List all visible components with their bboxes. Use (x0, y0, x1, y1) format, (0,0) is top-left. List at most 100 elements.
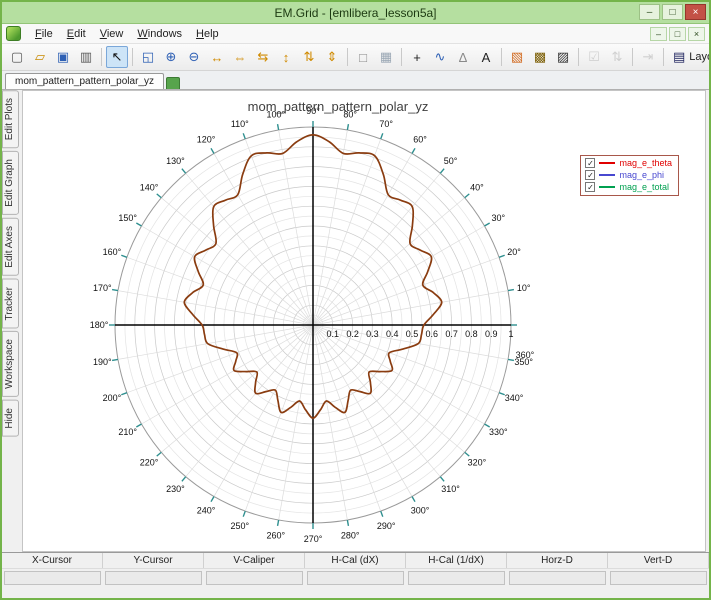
maximize-button[interactable]: □ (662, 4, 683, 20)
menu-file[interactable]: File (28, 26, 60, 42)
status-h-cal-dx: H-Cal (dX) (305, 553, 406, 568)
status-value-cell (408, 571, 505, 585)
zoom-out-icon[interactable]: ⊖ (183, 46, 205, 68)
legend-line-sample-icon (599, 174, 615, 176)
sidebar-item-hide[interactable]: Hide (2, 400, 19, 437)
toolbar-separator (578, 48, 579, 66)
sidebar-item-edit-graph[interactable]: Edit Graph (2, 151, 19, 215)
status-value-cell (206, 571, 303, 585)
toolbar: ▢▱▣▥↖◱⊕⊖↔⇔⇆↕⇅⇕□▦+∿∆A▧▩▨☑⇅⇥ ▤ Layout ▾ (2, 44, 709, 71)
open-folder-icon[interactable]: ▱ (29, 46, 51, 68)
svg-text:130°: 130° (166, 156, 185, 166)
svg-text:0.4: 0.4 (386, 329, 399, 339)
svg-text:30°: 30° (491, 213, 505, 223)
region-select-icon[interactable]: □ (352, 46, 374, 68)
save-icon[interactable]: ▣ (52, 46, 74, 68)
legend-checkbox[interactable]: ✓ (585, 170, 595, 180)
fill-style-icon[interactable]: ▩ (529, 46, 551, 68)
svg-text:290°: 290° (377, 521, 396, 531)
svg-text:230°: 230° (166, 484, 185, 494)
svg-text:160°: 160° (103, 247, 122, 257)
span-tool-icon[interactable]: ⇥ (637, 46, 659, 68)
legend-item: ✓ mag_e_total (585, 182, 672, 192)
svg-text:220°: 220° (140, 458, 159, 468)
left-sidebar: Edit Plots Edit Graph Edit Axes Tracker … (2, 90, 19, 552)
pan-extents-icon[interactable]: ⇔ (229, 46, 251, 68)
menu-view[interactable]: View (93, 26, 131, 42)
zoom-window-icon[interactable]: ◱ (137, 46, 159, 68)
menu-edit[interactable]: Edit (60, 26, 93, 42)
curve-trace-icon[interactable]: ∿ (429, 46, 451, 68)
legend-checkbox[interactable]: ✓ (585, 182, 595, 192)
status-value-cell (105, 571, 202, 585)
svg-text:50°: 50° (444, 156, 458, 166)
mdi-minimize-button[interactable]: – (650, 27, 667, 41)
new-file-icon[interactable]: ▢ (6, 46, 28, 68)
scroll-up-down-icon[interactable]: ⇅ (298, 46, 320, 68)
toolbar-separator (101, 48, 102, 66)
svg-text:10°: 10° (517, 283, 531, 293)
window-title: EM.Grid - [emlibera_lesson5a] (274, 6, 436, 20)
close-button[interactable]: × (685, 4, 706, 20)
menu-help[interactable]: Help (189, 26, 226, 42)
hatch-style-icon[interactable]: ▨ (552, 46, 574, 68)
toolbar-icons: ▢▱▣▥↖◱⊕⊖↔⇔⇆↕⇅⇕□▦+∿∆A▧▩▨☑⇅⇥ (6, 46, 667, 68)
svg-text:150°: 150° (118, 213, 137, 223)
svg-text:120°: 120° (197, 135, 216, 145)
zoom-in-icon[interactable]: ⊕ (160, 46, 182, 68)
legend-label: mag_e_phi (619, 170, 664, 180)
color-palette-icon[interactable]: ▧ (506, 46, 528, 68)
axis-limits-icon[interactable]: ☑ (583, 46, 605, 68)
svg-text:110°: 110° (231, 119, 249, 129)
svg-text:280°: 280° (341, 531, 360, 541)
status-h-cal-1dx: H-Cal (1/dX) (406, 553, 507, 568)
title-bar[interactable]: EM.Grid - [emlibera_lesson5a] – □ × (2, 2, 709, 24)
print-icon[interactable]: ▥ (75, 46, 97, 68)
svg-text:260°: 260° (266, 531, 285, 541)
crosshair-icon[interactable]: + (406, 46, 428, 68)
status-vert-d: Vert-D (608, 553, 709, 568)
stretch-vertical-icon[interactable]: ⇕ (321, 46, 343, 68)
svg-text:1: 1 (508, 329, 513, 339)
menu-windows[interactable]: Windows (130, 26, 189, 42)
text-annotation-icon[interactable]: A (475, 46, 497, 68)
sidebar-item-edit-axes[interactable]: Edit Axes (2, 218, 19, 276)
sidebar-item-workspace[interactable]: Workspace (2, 331, 19, 397)
toolbar-separator (501, 48, 502, 66)
svg-text:170°: 170° (93, 283, 112, 293)
svg-text:310°: 310° (441, 484, 460, 494)
status-bar: X-Cursor Y-Cursor V-Caliper H-Cal (dX) H… (2, 552, 709, 598)
svg-text:250°: 250° (230, 521, 249, 531)
menu-bar: File Edit View Windows Help – □ × (2, 24, 709, 44)
document-tab-bar: mom_pattern_pattern_polar_yz (2, 71, 709, 90)
plot-panel: 10°20°30°40°50°60°70°80°90°100°110°120°1… (22, 90, 706, 552)
toolbar-separator (347, 48, 348, 66)
status-value-cell (4, 571, 101, 585)
tab-new-stub[interactable] (166, 77, 180, 89)
axis-spin-icon[interactable]: ⇅ (606, 46, 628, 68)
fit-width-icon[interactable]: ⇆ (252, 46, 274, 68)
tab-active-plot[interactable]: mom_pattern_pattern_polar_yz (5, 73, 164, 89)
minimize-button[interactable]: – (639, 4, 660, 20)
svg-text:0.7: 0.7 (445, 329, 458, 339)
app-window: EM.Grid - [emlibera_lesson5a] – □ × File… (0, 0, 711, 600)
slope-tool-icon[interactable]: ∆ (452, 46, 474, 68)
legend-label: mag_e_total (619, 182, 669, 192)
fit-height-icon[interactable]: ↕ (275, 46, 297, 68)
toolbar-separator (132, 48, 133, 66)
toolbar-separator (632, 48, 633, 66)
legend-checkbox[interactable]: ✓ (585, 158, 595, 168)
legend-item: ✓ mag_e_phi (585, 170, 672, 180)
grid-toggle-icon[interactable]: ▦ (375, 46, 397, 68)
sidebar-item-tracker[interactable]: Tracker (2, 279, 19, 329)
main-area: Edit Plots Edit Graph Edit Axes Tracker … (2, 90, 709, 552)
layout-dropdown[interactable]: ▤ Layout ▾ (667, 47, 711, 67)
sidebar-item-edit-plots[interactable]: Edit Plots (2, 90, 19, 148)
status-value-cell (610, 571, 707, 585)
svg-text:180°: 180° (90, 320, 109, 330)
mdi-restore-button[interactable]: □ (669, 27, 686, 41)
pan-horizontal-icon[interactable]: ↔ (206, 46, 228, 68)
select-cursor-icon[interactable]: ↖ (106, 46, 128, 68)
svg-text:140°: 140° (140, 182, 159, 192)
mdi-close-button[interactable]: × (688, 27, 705, 41)
